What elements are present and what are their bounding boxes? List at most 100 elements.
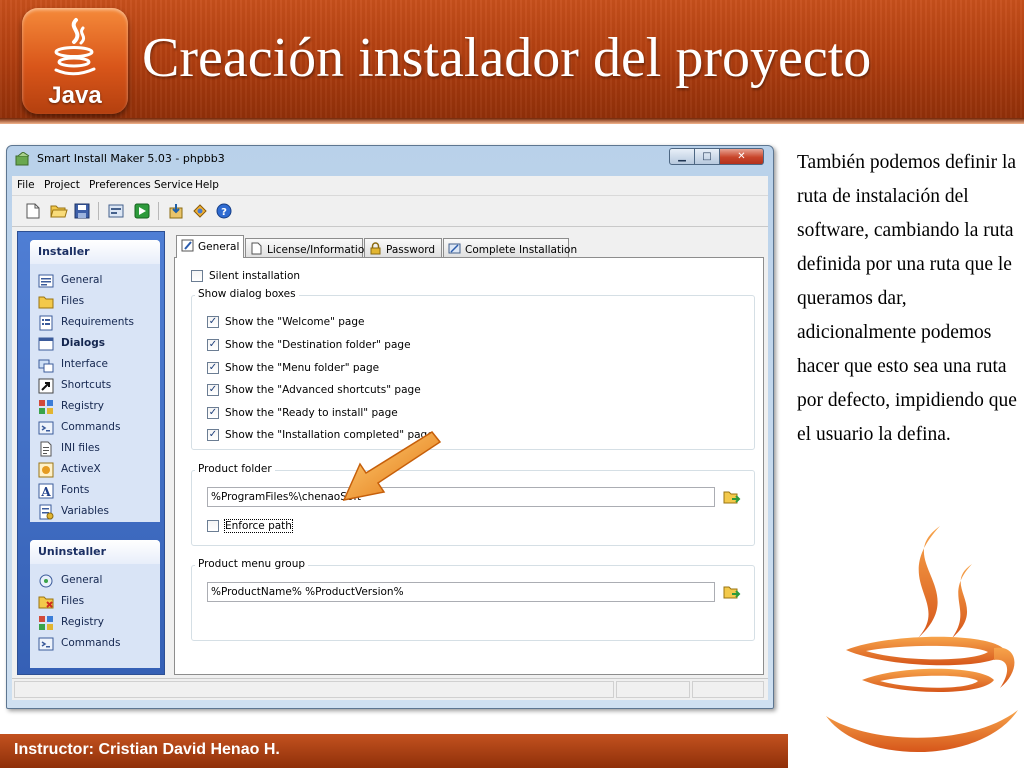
slide-description: También podemos definir la ruta de insta… xyxy=(797,152,1017,445)
tab-complete-installation[interactable]: Complete Installation xyxy=(443,238,577,257)
status-bar-cell xyxy=(14,681,614,698)
sidebar-item-label: General xyxy=(61,274,103,286)
java-cup-logo-icon xyxy=(54,18,96,76)
browse-menu-group-icon[interactable] xyxy=(723,584,741,600)
sidebar-item-activex[interactable]: ActiveX xyxy=(38,461,156,479)
uninstaller-panel-title[interactable]: Uninstaller xyxy=(30,540,160,564)
status-bar xyxy=(12,678,768,700)
welcome-page-checkbox[interactable]: ✓ xyxy=(207,316,219,328)
ini-file-icon xyxy=(40,441,52,457)
sidebar-item-interface[interactable]: Interface xyxy=(38,356,156,374)
destination-folder-page-checkbox[interactable]: ✓ xyxy=(207,339,219,351)
tab-label: General xyxy=(198,241,240,253)
sidebar-item-label: Fonts xyxy=(61,484,90,496)
sidebar-item-label: INI files xyxy=(61,442,100,454)
sidebar-item-label: Commands xyxy=(61,637,121,649)
tab-general[interactable]: General xyxy=(176,235,244,258)
product-folder-input[interactable]: %ProgramFiles%\chenaoSoft xyxy=(207,487,715,507)
menu-help[interactable]: Help xyxy=(195,179,219,191)
menu-file[interactable]: File xyxy=(17,179,35,191)
menu-project[interactable]: Project xyxy=(44,179,80,191)
sidebar-item-requirements[interactable]: Requirements xyxy=(38,314,156,332)
slide-title: Creación instalador del proyecto xyxy=(142,27,872,89)
toolbar: ? xyxy=(12,196,768,226)
toolbar-separator xyxy=(98,202,99,220)
svg-text:A: A xyxy=(40,485,51,499)
commands-icon xyxy=(38,637,54,651)
sidebar-item-fonts[interactable]: A Fonts xyxy=(38,482,156,500)
uninstaller-item-commands[interactable]: Commands xyxy=(38,635,156,653)
ready-to-install-page-label: Show the "Ready to install" page xyxy=(225,407,398,419)
menu-bar: File Project Preferences Service Help xyxy=(12,176,768,196)
silent-installation-label: Silent installation xyxy=(209,270,301,282)
minimize-button[interactable]: ▁ xyxy=(669,148,695,165)
sidebar-item-shortcuts[interactable]: Shortcuts xyxy=(38,377,156,395)
sidebar-item-registry[interactable]: Registry xyxy=(38,398,156,416)
sidebar-item-dialogs[interactable]: Dialogs xyxy=(38,335,156,353)
java-cup-icon xyxy=(826,526,1018,753)
product-menu-group-label: Product menu group xyxy=(195,558,309,570)
dialogs-icon xyxy=(38,337,54,351)
tab-label: Complete Installation xyxy=(465,244,578,256)
advanced-shortcuts-page-checkbox[interactable]: ✓ xyxy=(207,384,219,396)
instructor-name: Instructor: Cristian David Henao H. xyxy=(14,741,280,758)
requirements-icon xyxy=(39,315,53,331)
sidebar-item-commands[interactable]: Commands xyxy=(38,419,156,437)
annotation-arrow-icon xyxy=(342,431,442,502)
fonts-icon: A xyxy=(38,483,54,499)
window-title: Smart Install Maker 5.03 - phpbb3 xyxy=(37,152,225,165)
sidebar-item-label: Requirements xyxy=(61,316,134,328)
browse-folder-icon[interactable] xyxy=(723,489,741,505)
advanced-shortcuts-page-label: Show the "Advanced shortcuts" page xyxy=(225,384,421,396)
commands-icon xyxy=(38,421,54,435)
new-icon[interactable] xyxy=(26,203,40,219)
status-bar-cell xyxy=(616,681,690,698)
enforce-path-checkbox[interactable] xyxy=(207,520,219,532)
sidebar-item-files[interactable]: Files xyxy=(38,293,156,311)
sidebar-item-ini-files[interactable]: INI files xyxy=(38,440,156,458)
title-bar[interactable]: Smart Install Maker 5.03 - phpbb3 ▁ □ ✕ xyxy=(7,146,773,172)
document-icon xyxy=(251,242,262,255)
ready-to-install-page-checkbox[interactable]: ✓ xyxy=(207,407,219,419)
maximize-button[interactable]: □ xyxy=(694,148,720,165)
installer-panel-title[interactable]: Installer xyxy=(30,240,160,264)
product-menu-group-box xyxy=(191,565,755,641)
sidebar-item-general[interactable]: General xyxy=(38,272,156,290)
uninstaller-item-files[interactable]: Files xyxy=(38,593,156,611)
tab-password[interactable]: Password xyxy=(364,238,442,257)
sidebar-item-label: ActiveX xyxy=(61,463,101,475)
menu-folder-page-checkbox[interactable]: ✓ xyxy=(207,362,219,374)
interface-icon xyxy=(38,359,54,373)
silent-installation-checkbox[interactable] xyxy=(191,270,203,282)
help-icon[interactable]: ? xyxy=(216,203,232,219)
dialog-boxes-group-label: Show dialog boxes xyxy=(195,288,299,300)
general-icon xyxy=(38,274,54,288)
menu-service[interactable]: Service xyxy=(154,179,193,191)
tab-strip: General License/Information Password Com… xyxy=(176,235,596,258)
open-icon[interactable] xyxy=(50,203,68,219)
menu-folder-page-label: Show the "Menu folder" page xyxy=(225,362,380,374)
app-icon xyxy=(15,152,30,166)
import-icon[interactable] xyxy=(168,203,184,219)
product-menu-group-input[interactable]: %ProductName% %ProductVersion% xyxy=(207,582,715,602)
sidebar-item-variables[interactable]: Variables xyxy=(38,503,156,521)
installation-completed-page-checkbox[interactable]: ✓ xyxy=(207,429,219,441)
app-window: Smart Install Maker 5.03 - phpbb3 ▁ □ ✕ … xyxy=(6,145,774,709)
tab-license-information[interactable]: License/Information xyxy=(245,238,371,257)
build-icon[interactable] xyxy=(108,203,124,219)
export-icon[interactable] xyxy=(192,203,208,219)
sidebar-item-label: Commands xyxy=(61,421,121,433)
uninstaller-item-general[interactable]: General xyxy=(38,572,156,590)
run-icon[interactable] xyxy=(134,203,150,219)
save-icon[interactable] xyxy=(74,203,90,219)
tab-label: License/Information xyxy=(267,244,371,256)
uninstaller-item-registry[interactable]: Registry xyxy=(38,614,156,632)
sidebar-item-label: Files xyxy=(61,595,85,607)
edit-icon xyxy=(181,239,194,252)
uninstaller-panel: Uninstaller General Files Registry Comma… xyxy=(30,540,160,668)
general-icon xyxy=(39,574,53,588)
svg-text:?: ? xyxy=(221,207,227,218)
close-button[interactable]: ✕ xyxy=(719,148,764,165)
menu-preferences[interactable]: Preferences xyxy=(89,179,151,191)
product-folder-group-label: Product folder xyxy=(195,463,275,475)
